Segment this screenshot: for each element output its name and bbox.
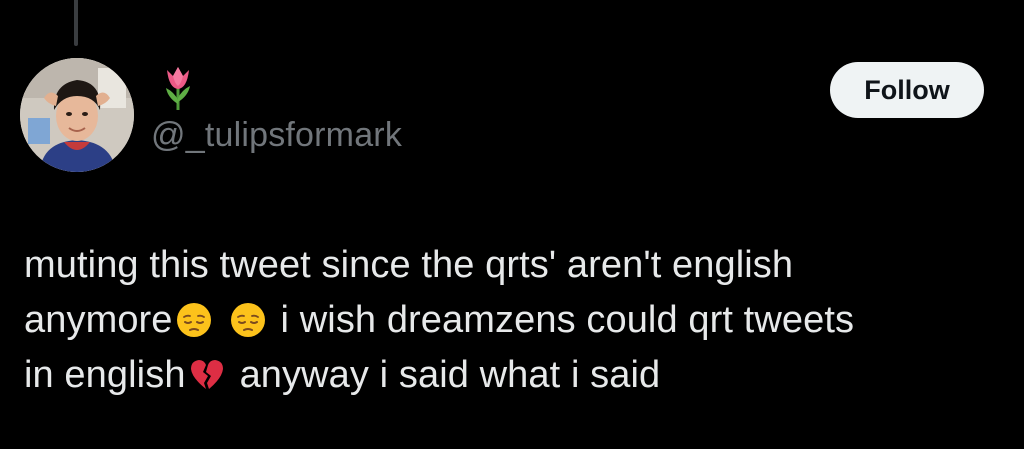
tweet-line: in english anyway i said what i said <box>24 348 1004 403</box>
tweet-text-segment: i wish dreamzens could qrt tweets <box>280 299 855 341</box>
tweet-text-segment: muting this tweet since the qrts' aren't… <box>24 244 794 286</box>
tweet-line: anymore i wish dreamzens could qrt tweet… <box>24 293 1004 348</box>
follow-button[interactable]: Follow <box>830 62 984 118</box>
avatar[interactable] <box>20 58 134 172</box>
tweet-text: muting this tweet since the qrts' aren't… <box>24 238 1004 403</box>
broken-heart-icon <box>188 356 226 394</box>
author-handle[interactable]: @_tulipsformark <box>151 116 402 155</box>
thread-connector-line <box>74 0 78 46</box>
tulip-icon <box>160 64 196 112</box>
pensive-face-icon <box>229 301 267 339</box>
tweet-text-segment: in english <box>24 354 186 396</box>
tweet-line: muting this tweet since the qrts' aren't… <box>24 238 1004 293</box>
pensive-face-icon <box>175 301 213 339</box>
tweet-text-segment: anyway i said what i said <box>239 354 661 396</box>
tweet-text-segment: anymore <box>24 299 173 341</box>
